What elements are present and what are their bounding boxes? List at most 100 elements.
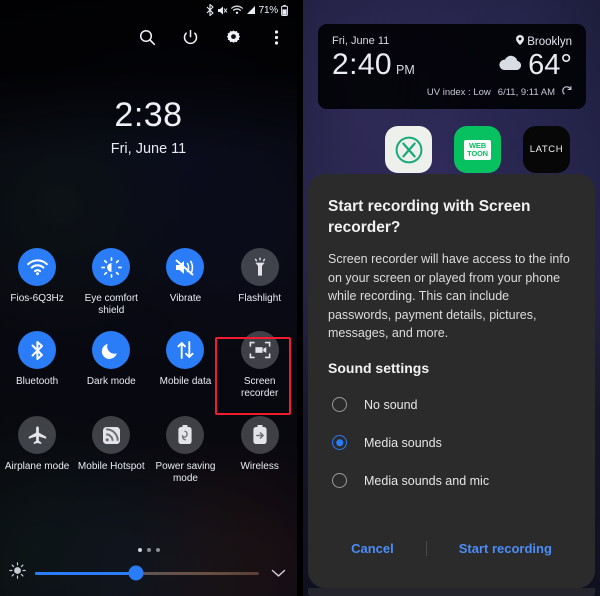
radio-button[interactable] xyxy=(332,473,347,488)
webtoon-label-block: WEB TOON xyxy=(464,139,491,160)
tile-label: Wireless xyxy=(240,461,279,472)
webtoon-label-line2: TOON xyxy=(467,148,488,158)
airplane-icon xyxy=(18,416,57,454)
brightness-icon xyxy=(92,248,131,286)
tile-label: Dark mode xyxy=(86,376,136,387)
home-screen-panel: Fri, June 11 Brooklyn 2:40 PM 64° UV ind… xyxy=(303,0,600,596)
brightness-slider-fill xyxy=(35,571,136,575)
tile-power-saving-mode[interactable]: Power saving mode xyxy=(148,416,222,485)
tile-wireless-power-share[interactable]: Wireless xyxy=(223,416,297,485)
screen-recorder-icon xyxy=(240,331,279,369)
bluetooth-icon xyxy=(206,4,214,16)
tile-label: Eye comfort shield xyxy=(84,293,138,316)
flashlight-icon xyxy=(240,248,279,286)
clock-date: Fri, June 11 xyxy=(110,141,187,157)
search-icon[interactable] xyxy=(136,26,158,48)
tile-bluetooth[interactable]: Bluetooth xyxy=(0,331,74,400)
widget-ampm: PM xyxy=(396,63,415,77)
radio-button-selected[interactable] xyxy=(332,435,347,450)
hotspot-icon xyxy=(92,416,131,454)
tile-label: Vibrate xyxy=(169,293,202,304)
x-app-icon[interactable] xyxy=(385,126,432,173)
gear-icon[interactable] xyxy=(222,26,244,48)
battery-percent-label: 71% xyxy=(258,4,279,16)
page-dot xyxy=(155,548,160,552)
mute-icon xyxy=(217,5,228,16)
tile-mobile-data[interactable]: Mobile data xyxy=(148,331,222,400)
tile-row-2: Bluetooth Dark mode Mobile data Screen r… xyxy=(0,331,297,400)
widget-weather-group: 64° xyxy=(498,51,572,80)
dialog-title: Start recording with Screen recorder? xyxy=(328,198,531,236)
moon-icon xyxy=(92,331,131,369)
tile-flashlight[interactable]: Flashlight xyxy=(223,248,297,317)
data-arrows-icon xyxy=(166,331,205,369)
wifi-icon xyxy=(18,248,57,286)
quick-settings-header xyxy=(136,26,287,48)
navigation-bar xyxy=(308,588,595,596)
chevron-down-icon[interactable] xyxy=(268,563,288,583)
weather-clock-widget[interactable]: Fri, June 11 Brooklyn 2:40 PM 64° UV ind… xyxy=(318,24,586,109)
tile-vibrate[interactable]: Vibrate xyxy=(148,248,222,317)
brightness-slider[interactable] xyxy=(35,565,259,581)
location-pin-icon xyxy=(516,35,525,48)
tile-mobile-hotspot[interactable]: Mobile Hotspot xyxy=(74,416,148,485)
bluetooth-icon xyxy=(18,331,57,369)
vibrate-icon xyxy=(166,248,205,286)
status-bar: 71% xyxy=(0,0,297,20)
widget-updated-time: 6/11, 9:11 AM xyxy=(497,87,555,98)
latch-label: LATCH xyxy=(529,144,564,155)
page-dot xyxy=(146,548,151,552)
radio-option-media-sounds[interactable]: Media sounds xyxy=(328,424,575,462)
radio-label: Media sounds xyxy=(364,435,442,450)
sound-settings-heading: Sound settings xyxy=(328,359,430,376)
app-icon-row: WEB TOON LATCH xyxy=(385,126,570,173)
widget-uv-index: UV index : Low xyxy=(426,87,491,98)
tile-wifi[interactable]: Fios-6Q3Hz xyxy=(0,248,74,317)
radio-option-no-sound[interactable]: No sound xyxy=(328,386,575,424)
tile-label: Screen recorder xyxy=(241,376,279,399)
quick-settings-tiles: Fios-6Q3Hz Eye comfort shield Vibrate Fl… xyxy=(0,248,297,485)
tile-label: Flashlight xyxy=(238,293,282,304)
action-separator xyxy=(425,541,427,556)
lock-clock: 2:38 Fri, June 11 xyxy=(0,98,297,157)
tile-eye-comfort-shield[interactable]: Eye comfort shield xyxy=(74,248,148,317)
brightness-sun-icon xyxy=(9,562,26,584)
signal-icon xyxy=(246,5,256,15)
quick-settings-panel: 71% 2:38 Fri, June 11 Fios-6Q3Hz Eye com… xyxy=(0,0,297,596)
page-indicator xyxy=(0,548,297,552)
clock-time: 2:38 xyxy=(114,96,183,134)
widget-date: Fri, June 11 xyxy=(332,35,390,47)
dialog-body-text: Screen recorder will have access to the … xyxy=(328,252,570,340)
widget-time: 2:40 xyxy=(332,48,392,81)
tile-dark-mode[interactable]: Dark mode xyxy=(74,331,148,400)
wireless-power-share-icon xyxy=(240,416,279,454)
webtoon-app-icon[interactable]: WEB TOON xyxy=(454,126,501,173)
refresh-icon[interactable] xyxy=(562,86,572,99)
cancel-button[interactable]: Cancel xyxy=(337,535,408,562)
widget-time-group: 2:40 PM xyxy=(332,50,415,80)
radio-label: No sound xyxy=(364,397,418,412)
power-saving-icon xyxy=(166,416,205,454)
brightness-control xyxy=(9,562,288,584)
cloud-icon xyxy=(498,55,523,76)
start-recording-button[interactable]: Start recording xyxy=(445,535,566,562)
radio-option-media-sounds-and-mic[interactable]: Media sounds and mic xyxy=(328,462,575,500)
more-options-icon[interactable] xyxy=(265,26,287,48)
tile-label: Bluetooth xyxy=(15,376,59,387)
tile-row-1: Fios-6Q3Hz Eye comfort shield Vibrate Fl… xyxy=(0,248,297,317)
screenshot-root: 71% 2:38 Fri, June 11 Fios-6Q3Hz Eye com… xyxy=(0,0,600,596)
latch-app-icon[interactable]: LATCH xyxy=(523,126,570,173)
widget-location: Brooklyn xyxy=(516,35,572,48)
tile-label: Mobile Hotspot xyxy=(77,461,145,472)
tile-label: Airplane mode xyxy=(4,461,70,472)
radio-label: Media sounds and mic xyxy=(364,473,490,488)
brightness-slider-knob[interactable] xyxy=(128,565,144,581)
power-icon[interactable] xyxy=(179,26,201,48)
wifi-icon xyxy=(230,5,243,15)
tile-label: Fios-6Q3Hz xyxy=(10,293,64,304)
tile-row-3: Airplane mode Mobile Hotspot Power savin… xyxy=(0,416,297,485)
screen-recorder-dialog: Start recording with Screen recorder? Sc… xyxy=(308,174,595,588)
tile-screen-recorder[interactable]: Screen recorder xyxy=(223,331,297,400)
tile-airplane-mode[interactable]: Airplane mode xyxy=(0,416,74,485)
radio-button[interactable] xyxy=(332,397,347,412)
